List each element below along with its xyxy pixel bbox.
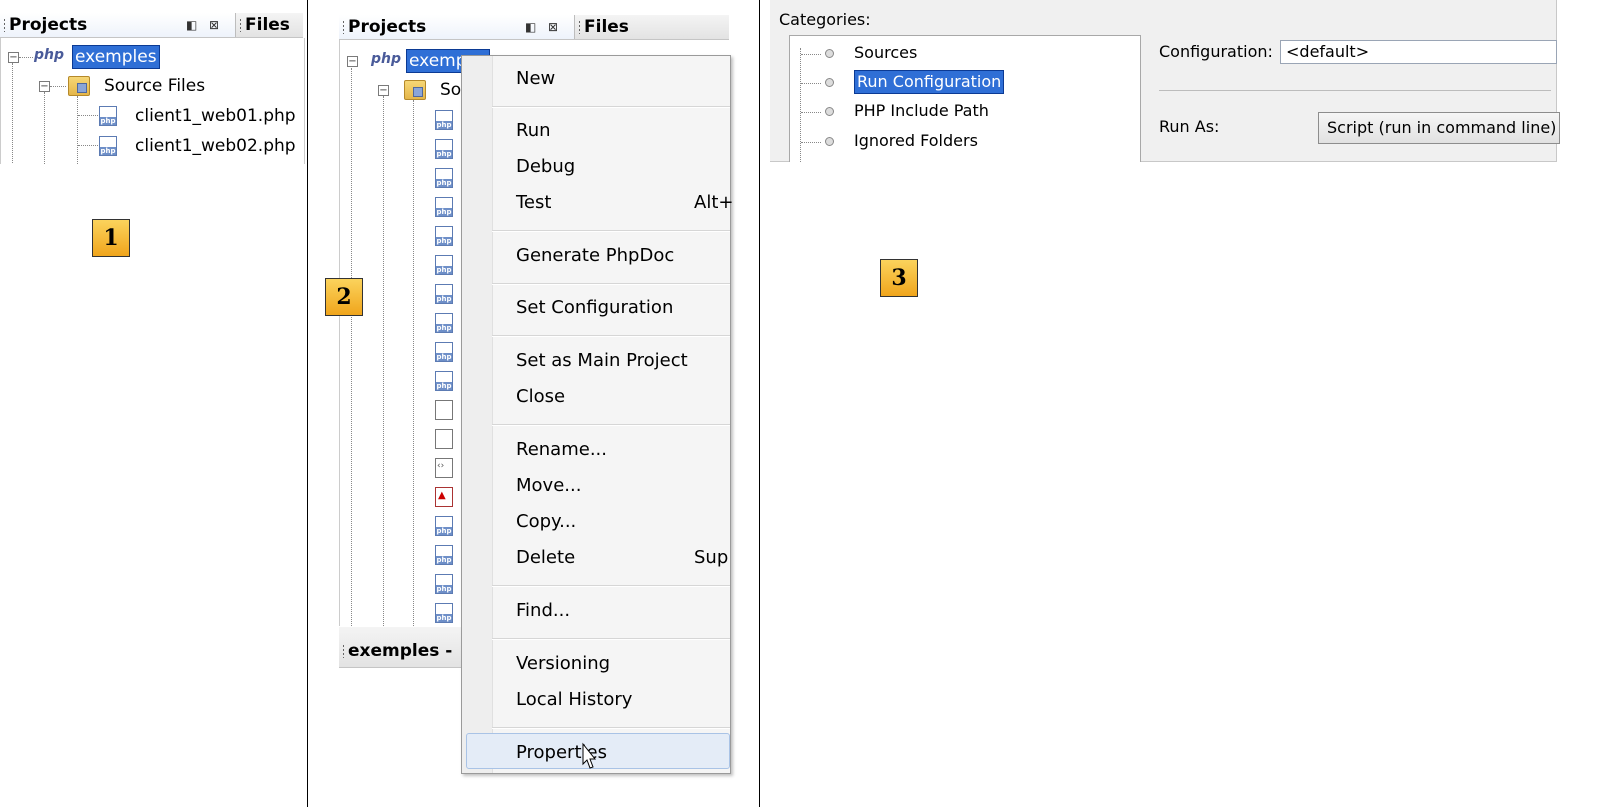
close-icon[interactable]: ⊠ (209, 18, 219, 32)
run-as-label: Run As: (1159, 117, 1220, 136)
xml-file-icon[interactable] (435, 458, 453, 478)
php-file-icon[interactable] (435, 313, 453, 333)
grip-icon (342, 20, 345, 34)
file-node[interactable]: client1_web01.php (135, 105, 296, 127)
minimize-icon[interactable]: ◧ (186, 18, 197, 32)
php-file-icon (99, 106, 117, 126)
menu-item-move[interactable]: Move... (516, 474, 581, 498)
project-tree: − php exemples − Source Files client1_we… (0, 38, 305, 164)
php-file-icon[interactable] (435, 342, 453, 362)
category-node-icon (825, 49, 834, 58)
tab-files[interactable]: Files (236, 13, 290, 37)
configuration-label: Configuration: (1159, 42, 1273, 61)
grip-icon (3, 18, 6, 32)
menu-item-test[interactable]: Test (516, 191, 551, 215)
php-file-icon[interactable] (435, 603, 453, 623)
context-menu: New Run Debug Test Alt+ Generate PhpDoc … (461, 55, 734, 774)
categories-label: Categories: (779, 10, 871, 29)
menu-item-set-main-project[interactable]: Set as Main Project (516, 349, 688, 373)
php-file-icon[interactable] (435, 139, 453, 159)
collapse-icon[interactable]: − (347, 56, 358, 67)
collapse-icon[interactable]: − (8, 52, 19, 63)
php-file-icon[interactable] (435, 197, 453, 217)
panel-divider-1 (307, 0, 308, 807)
navigator-header: exemples - (339, 627, 463, 668)
panel-divider-2 (759, 0, 760, 807)
tab-projects[interactable]: Projects (0, 13, 236, 37)
category-node-icon (825, 107, 834, 116)
menu-item-set-configuration[interactable]: Set Configuration (516, 296, 673, 320)
category-run-configuration[interactable]: Run Configuration (854, 70, 1005, 94)
php-project-icon: php (34, 47, 65, 63)
menu-item-copy[interactable]: Copy... (516, 510, 576, 534)
menu-item-local-history[interactable]: Local History (516, 688, 632, 712)
tab-projects[interactable]: Projects (339, 15, 575, 39)
projects-window-header: Projects ◧ ⊠ Files (339, 15, 729, 40)
project-tree: − php exemp − So (339, 40, 490, 626)
configuration-combo[interactable]: <default> (1280, 40, 1557, 64)
source-folder-icon (68, 76, 90, 96)
category-node-icon (825, 78, 834, 87)
source-files-node[interactable]: So (440, 79, 461, 101)
pdf-file-icon[interactable] (435, 487, 453, 507)
projects-window-header: Projects ◧ ⊠ Files (0, 13, 303, 38)
close-icon[interactable]: ⊠ (548, 20, 558, 34)
grip-icon (578, 20, 581, 34)
php-file-icon[interactable] (435, 226, 453, 246)
step-marker-3: 3 (880, 259, 918, 297)
plain-file-icon[interactable] (435, 400, 453, 420)
php-file-icon (99, 136, 117, 156)
php-project-icon: php (371, 51, 402, 67)
php-file-icon[interactable] (435, 168, 453, 188)
php-file-icon[interactable] (435, 516, 453, 536)
minimize-icon[interactable]: ◧ (525, 20, 536, 34)
step-marker-1: 1 (92, 219, 130, 257)
collapse-icon[interactable]: − (378, 85, 389, 96)
menu-item-run[interactable]: Run (516, 119, 551, 143)
category-php-include-path[interactable]: PHP Include Path (854, 100, 989, 122)
menu-item-debug[interactable]: Debug (516, 155, 575, 179)
php-file-icon[interactable] (435, 255, 453, 275)
grip-icon (239, 18, 242, 32)
menu-item-close[interactable]: Close (516, 385, 565, 409)
menu-item-delete[interactable]: Delete (516, 546, 575, 570)
menu-item-rename[interactable]: Rename... (516, 438, 607, 462)
php-file-icon[interactable] (435, 371, 453, 391)
menu-item-versioning[interactable]: Versioning (516, 652, 610, 676)
project-node[interactable]: exemples (72, 45, 160, 69)
menu-item-generate-phpdoc[interactable]: Generate PhpDoc (516, 244, 674, 268)
category-ignored-folders[interactable]: Ignored Folders (854, 130, 978, 152)
file-node[interactable]: client1_web02.php (135, 135, 296, 157)
menu-shortcut-delete: Sup (694, 547, 729, 568)
php-file-icon[interactable] (435, 574, 453, 594)
mouse-cursor-icon (582, 742, 597, 769)
plain-file-icon[interactable] (435, 429, 453, 449)
category-node-icon (825, 137, 834, 146)
collapse-icon[interactable]: − (39, 81, 50, 92)
source-files-node[interactable]: Source Files (104, 75, 205, 97)
php-file-icon[interactable] (435, 284, 453, 304)
tab-navigator[interactable]: exemples - (339, 639, 466, 663)
step-marker-2: 2 (325, 278, 363, 316)
php-file-icon[interactable] (435, 110, 453, 130)
php-file-icon[interactable] (435, 545, 453, 565)
category-sources[interactable]: Sources (854, 42, 917, 64)
menu-item-find[interactable]: Find... (516, 599, 570, 623)
tab-files[interactable]: Files (575, 15, 629, 39)
grip-icon (342, 644, 345, 658)
menu-item-new[interactable]: New (516, 67, 555, 91)
source-folder-icon (404, 80, 426, 100)
categories-tree: Sources Run Configuration PHP Include Pa… (789, 35, 1141, 162)
menu-shortcut-test: Alt+ (694, 192, 734, 213)
run-as-combo[interactable]: Script (run in command line) (1318, 112, 1560, 144)
